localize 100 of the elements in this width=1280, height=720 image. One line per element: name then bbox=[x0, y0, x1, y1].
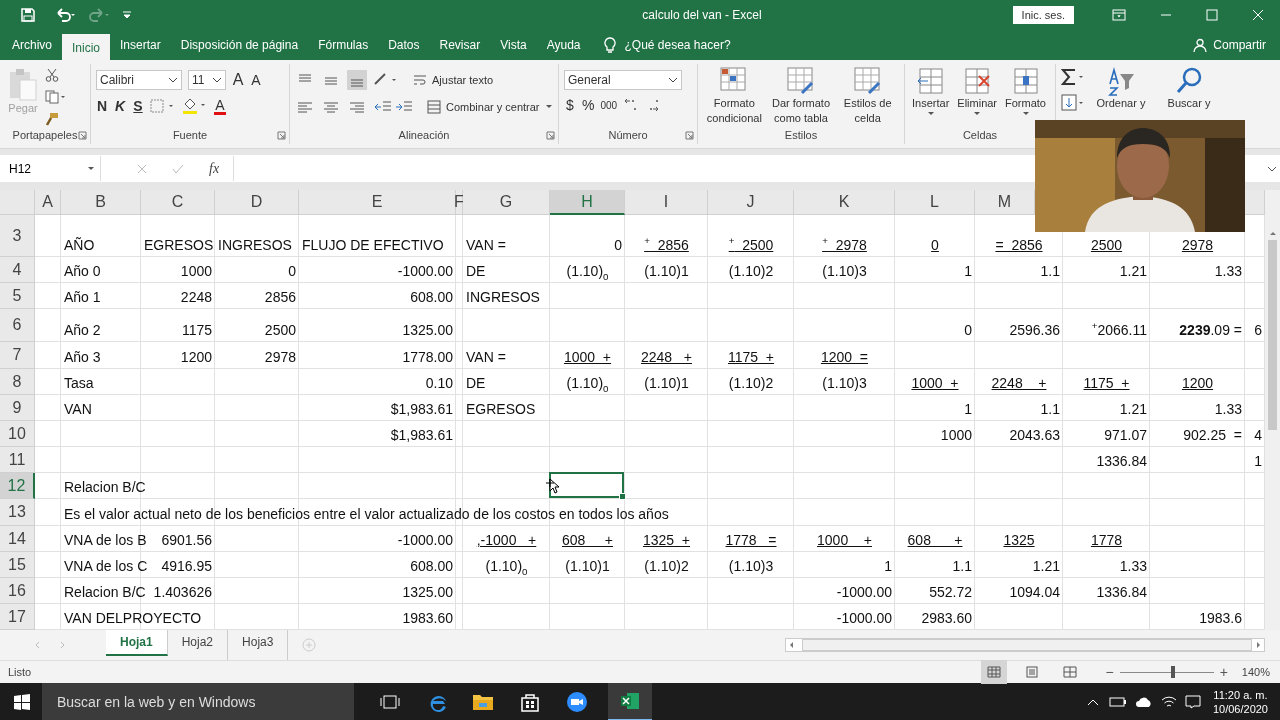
clock-date[interactable]: 10/06/2020 bbox=[1212, 702, 1268, 716]
row-header[interactable]: 8 bbox=[0, 369, 35, 395]
table-cell: 1094.04 bbox=[1009, 583, 1060, 602]
table-cell: -1000.00 bbox=[397, 531, 453, 550]
table-cell: 2596.36 bbox=[1009, 321, 1060, 340]
column-header[interactable]: A bbox=[35, 190, 61, 215]
ribbon-tab[interactable]: Disposición de página bbox=[170, 30, 309, 60]
row-header[interactable]: 14 bbox=[0, 526, 35, 552]
table-cell: 1.33 bbox=[1119, 557, 1147, 576]
row-header[interactable]: 13 bbox=[0, 499, 35, 526]
percent-button[interactable]: % bbox=[582, 97, 595, 113]
ribbon-tab[interactable]: Fórmulas bbox=[308, 30, 379, 60]
table-cell: 608 + bbox=[907, 531, 963, 550]
row-header[interactable]: 4 bbox=[0, 257, 35, 283]
table-cell: 1.21 bbox=[1032, 557, 1060, 576]
zoom-out-button[interactable]: − bbox=[1105, 664, 1114, 680]
table-cell: FLUJO DE EFECTIVO bbox=[302, 236, 444, 255]
table-cell: 2500 bbox=[1090, 236, 1123, 255]
row-header[interactable]: 16 bbox=[0, 578, 35, 604]
cells-button[interactable]: Insertar bbox=[910, 64, 952, 117]
cells-button[interactable]: Eliminar bbox=[955, 64, 1000, 117]
name-box[interactable]: H12 bbox=[4, 156, 101, 181]
increase-font-button[interactable]: A bbox=[232, 71, 244, 89]
column-header[interactable]: B bbox=[61, 190, 141, 215]
sheet-tab[interactable]: Hoja1 bbox=[106, 630, 168, 656]
column-header[interactable]: G bbox=[463, 190, 550, 215]
font-name-field[interactable]: Calibri bbox=[96, 70, 182, 90]
bold-button[interactable]: N bbox=[96, 98, 108, 114]
cells-button[interactable]: Formato bbox=[1003, 64, 1048, 117]
table-cell: 552.72 bbox=[929, 583, 972, 602]
column-header[interactable]: M bbox=[975, 190, 1035, 215]
column-header[interactable]: L bbox=[895, 190, 975, 215]
wrap-text-button[interactable]: Ajustar texto bbox=[413, 73, 494, 87]
editing-button[interactable]: Buscar y bbox=[1157, 64, 1221, 111]
column-header[interactable]: I bbox=[625, 190, 708, 215]
insert-function-button[interactable]: fx bbox=[209, 160, 220, 177]
table-cell: Relacion B/C bbox=[64, 583, 146, 602]
sign-in-button[interactable]: Inic. ses. bbox=[1012, 6, 1074, 24]
font-color-button[interactable]: A bbox=[214, 97, 226, 115]
table-cell: (1.10)2 bbox=[644, 557, 689, 576]
share-button[interactable]: Compartir bbox=[1213, 30, 1266, 60]
column-header[interactable]: J bbox=[708, 190, 794, 215]
table-cell: DE bbox=[466, 262, 486, 281]
column-header[interactable]: D bbox=[215, 190, 299, 215]
table-cell: EGRESOS bbox=[144, 236, 214, 255]
ribbon-tab[interactable]: Datos bbox=[378, 30, 430, 60]
decrease-font-button[interactable]: A bbox=[250, 72, 262, 88]
table-cell: 1.21 bbox=[1119, 262, 1147, 281]
table-cell: $^{+}$2066.11 bbox=[1091, 321, 1147, 340]
row-header[interactable]: 17 bbox=[0, 604, 35, 630]
row-header[interactable]: 7 bbox=[0, 342, 35, 369]
ribbon-tab[interactable]: Ayuda bbox=[536, 30, 591, 60]
styles-button[interactable]: Formato condicional bbox=[703, 64, 766, 126]
ribbon-tab[interactable]: Archivo bbox=[2, 30, 62, 60]
row-header[interactable]: 5 bbox=[0, 283, 35, 309]
ribbon-tab[interactable]: Insertar bbox=[110, 30, 171, 60]
table-cell: 1175 + bbox=[727, 348, 775, 367]
table-cell: Es el valor actual neto de los beneficios entre el valor actualizado de los costos en todos los años bbox=[64, 505, 669, 524]
table-cell: 608.00 bbox=[410, 288, 453, 307]
number-format-field[interactable]: General bbox=[564, 70, 682, 90]
row-header[interactable]: 15 bbox=[0, 552, 35, 578]
table-cell: 1778.00 bbox=[402, 348, 453, 367]
column-header[interactable]: K bbox=[794, 190, 895, 215]
editing-button[interactable]: Ordenar y bbox=[1089, 64, 1153, 111]
ribbon-tab[interactable]: Revisar bbox=[429, 30, 491, 60]
row-header[interactable]: 11 bbox=[0, 447, 35, 473]
window-title: calculo del van - Excel bbox=[641, 8, 763, 22]
styles-button[interactable]: Dar formato como tabla bbox=[769, 64, 833, 126]
currency-button[interactable]: $ bbox=[564, 97, 576, 113]
tell-me-field[interactable]: ¿Qué desea hacer? bbox=[624, 30, 731, 60]
font-size-field[interactable]: 11 bbox=[188, 70, 226, 90]
table-cell: -1000.00 bbox=[397, 262, 453, 281]
row-header[interactable]: 12 bbox=[0, 473, 35, 499]
row-header[interactable]: 9 bbox=[0, 395, 35, 421]
table-cell: 2978 bbox=[1181, 236, 1214, 255]
styles-button[interactable]: Estilos de celda bbox=[836, 64, 899, 126]
underline-button[interactable]: S bbox=[132, 98, 144, 114]
table-cell: 1983.6 bbox=[1199, 609, 1242, 628]
row-header[interactable]: 10 bbox=[0, 421, 35, 447]
column-header[interactable]: H bbox=[550, 190, 625, 215]
zoom-in-button[interactable]: + bbox=[1219, 664, 1228, 680]
ribbon-tab[interactable]: Inicio bbox=[62, 34, 111, 60]
column-header[interactable]: E bbox=[299, 190, 456, 215]
thousands-button[interactable]: 000 bbox=[600, 99, 618, 111]
table-cell: (1.10)2 bbox=[728, 262, 774, 281]
taskbar-search-field[interactable]: Buscar en la web y en Windows bbox=[42, 683, 354, 720]
row-header[interactable]: 3 bbox=[0, 215, 35, 257]
clock-time[interactable]: 11:20 a. m. bbox=[1213, 688, 1268, 702]
italic-button[interactable]: K bbox=[114, 98, 126, 114]
merge-center-button[interactable]: Combinar y centrar bbox=[427, 100, 553, 114]
table-cell: 1175 + bbox=[1083, 374, 1130, 393]
table-cell: 1.1 bbox=[1040, 400, 1060, 419]
number-group-label: Número bbox=[608, 129, 648, 141]
row-header[interactable]: 6 bbox=[0, 309, 35, 342]
table-cell: 1325 bbox=[1003, 531, 1035, 550]
table-cell: 608.00 bbox=[410, 557, 453, 576]
column-header[interactable]: C bbox=[141, 190, 215, 215]
ribbon-tab[interactable]: Vista bbox=[490, 30, 537, 60]
zoom-level[interactable]: 140% bbox=[1241, 666, 1270, 678]
table-cell: 1000 + bbox=[563, 348, 612, 367]
